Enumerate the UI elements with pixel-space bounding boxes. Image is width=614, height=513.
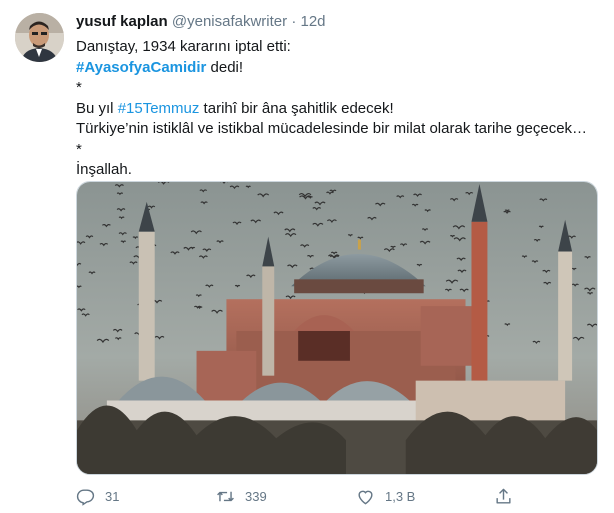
reply-button[interactable]: 31 [76, 484, 119, 508]
reply-icon [76, 488, 95, 506]
tweet-line: * [76, 79, 82, 96]
tweet-line-text: tarihî bir âna şahitlik edecek! [199, 99, 394, 117]
retweet-button[interactable]: 339 [216, 484, 267, 508]
tweet-card[interactable]: yusuf kaplan @yenisafakwriter · 12d Danı… [0, 0, 614, 513]
tweet-line: Danıştay, 1934 kararını iptal etti: [76, 38, 291, 55]
tweet-line: Bu yıl #15Temmuz tarihî bir âna şahitlik… [76, 99, 601, 120]
hashtag-link[interactable]: #AyasofyaCamidir [76, 59, 206, 76]
retweet-count: 339 [245, 488, 267, 504]
tweet-line: Türkiye’nin istiklâl ve istikbal mücadel… [76, 120, 588, 137]
share-button[interactable] [494, 484, 523, 508]
author-handle[interactable]: @yenisafakwriter [172, 13, 287, 30]
tweet-line: * [76, 140, 82, 158]
tweet-header: yusuf kaplan @yenisafakwriter · 12d [76, 13, 326, 31]
tweet-line: #AyasofyaCamidir dedi! [76, 58, 601, 79]
retweet-icon [217, 491, 234, 501]
author-name[interactable]: yusuf kaplan [76, 13, 168, 30]
reply-count: 31 [105, 488, 120, 504]
hagia-sophia-photo [77, 182, 597, 474]
hashtag-link[interactable]: #15Temmuz [118, 100, 200, 117]
tweet-line-text: Bu yıl [76, 99, 118, 117]
tweet-text: Danıştay, 1934 kararını iptal etti: #Aya… [76, 37, 601, 181]
separator-dot: · [291, 13, 297, 30]
tweet-line: İnşallah. [76, 161, 132, 178]
heart-icon [358, 490, 373, 504]
tweet-actions: 31 339 1,3 B [76, 484, 601, 508]
like-button[interactable]: 1,3 B [356, 484, 415, 508]
like-count: 1,3 B [385, 488, 416, 504]
tweet-time[interactable]: 12d [300, 13, 325, 30]
tweet-photo[interactable] [76, 181, 598, 475]
avatar[interactable] [15, 13, 64, 62]
share-icon [496, 488, 511, 504]
avatar-image [15, 13, 64, 62]
tweet-line-text: dedi! [206, 58, 244, 76]
